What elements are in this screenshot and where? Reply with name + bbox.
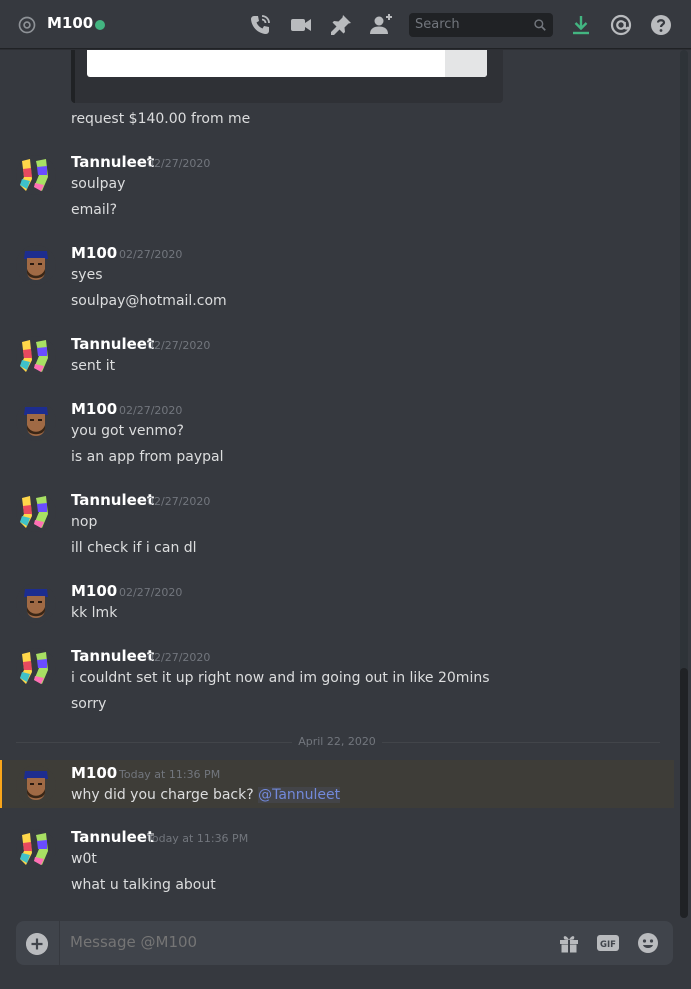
emoji-icon[interactable]	[636, 931, 660, 955]
download-icon[interactable]	[569, 13, 593, 37]
embed-image[interactable]	[87, 50, 487, 77]
message-timestamp: 02/27/2020	[147, 651, 211, 664]
avatar-tannuleet[interactable]	[16, 336, 56, 376]
search-icon	[534, 19, 546, 31]
video-icon[interactable]	[289, 13, 313, 37]
gif-label: GIF	[600, 940, 616, 950]
message-author[interactable]: M100	[71, 400, 117, 418]
message-timestamp: Today at 11:36 PM	[147, 832, 249, 845]
avatar-tannuleet[interactable]	[16, 492, 56, 532]
message-list[interactable]: request $140.00 from me Tannuleet 02/27/…	[0, 50, 678, 918]
message-text: you got venmo?	[71, 423, 184, 439]
avatar-m100[interactable]	[16, 583, 56, 623]
search-box[interactable]: Search	[409, 13, 553, 37]
message-author[interactable]: Tannuleet	[71, 491, 154, 509]
message-text-content: why did you charge back?	[71, 787, 254, 803]
avatar-tannuleet[interactable]	[16, 648, 56, 688]
message-composer[interactable]: GIF	[16, 921, 673, 965]
message-timestamp: 02/27/2020	[119, 248, 183, 261]
call-icon[interactable]	[248, 13, 272, 37]
scrollbar-thumb[interactable]	[680, 668, 688, 918]
online-status-dot	[95, 20, 105, 30]
message-author[interactable]: M100	[71, 582, 117, 600]
message-text: kk lmk	[71, 605, 118, 621]
message-text: request $140.00 from me	[71, 111, 251, 127]
message-timestamp: 02/27/2020	[147, 495, 211, 508]
gif-icon[interactable]: GIF	[596, 931, 620, 955]
message-text: syes	[71, 267, 103, 283]
help-icon[interactable]	[649, 13, 673, 37]
message-author[interactable]: M100	[71, 764, 117, 782]
message-embed[interactable]	[71, 50, 503, 103]
message-text: sorry	[71, 696, 107, 712]
message-text: nop	[71, 514, 98, 530]
message-author[interactable]: Tannuleet	[71, 828, 154, 846]
gift-icon[interactable]	[557, 931, 581, 955]
search-input[interactable]: Search	[415, 17, 460, 32]
message-text: is an app from paypal	[71, 449, 224, 465]
message-text: what u talking about	[71, 877, 216, 893]
at-icon	[18, 16, 36, 34]
message-timestamp: Today at 11:36 PM	[119, 768, 221, 781]
mentions-icon[interactable]	[609, 13, 633, 37]
message-timestamp: 02/27/2020	[147, 157, 211, 170]
message-timestamp: 02/27/2020	[147, 339, 211, 352]
message-text: i couldnt set it up right now and im goi…	[71, 670, 490, 686]
message-author[interactable]: Tannuleet	[71, 153, 154, 171]
message-text: soulpay@hotmail.com	[71, 293, 227, 309]
message-text: sent it	[71, 358, 116, 374]
add-friend-icon[interactable]	[369, 13, 393, 37]
add-attachment-icon[interactable]	[26, 933, 48, 955]
message-timestamp: 02/27/2020	[119, 404, 183, 417]
composer-separator	[59, 921, 60, 965]
user-mention[interactable]: @Tannuleet	[258, 787, 341, 803]
pin-icon[interactable]	[329, 13, 353, 37]
date-divider-label: April 22, 2020	[292, 735, 382, 748]
avatar-m100[interactable]	[16, 765, 56, 805]
message-text: w0t	[71, 851, 97, 867]
message-timestamp: 02/27/2020	[119, 586, 183, 599]
message-input[interactable]	[70, 933, 530, 951]
channel-name: M100	[47, 14, 94, 32]
message-text: why did you charge back? @Tannuleet	[71, 787, 341, 803]
message-text: email?	[71, 202, 118, 218]
message-text: ill check if i can dl	[71, 540, 197, 556]
channel-header: M100 Search	[0, 0, 691, 49]
avatar-tannuleet[interactable]	[16, 155, 56, 195]
avatar-m100[interactable]	[16, 401, 56, 441]
message-author[interactable]: Tannuleet	[71, 335, 154, 353]
message-text: soulpay	[71, 176, 126, 192]
message-author[interactable]: M100	[71, 244, 117, 262]
avatar-tannuleet[interactable]	[16, 829, 56, 869]
avatar-m100[interactable]	[16, 245, 56, 285]
message-author[interactable]: Tannuleet	[71, 647, 154, 665]
